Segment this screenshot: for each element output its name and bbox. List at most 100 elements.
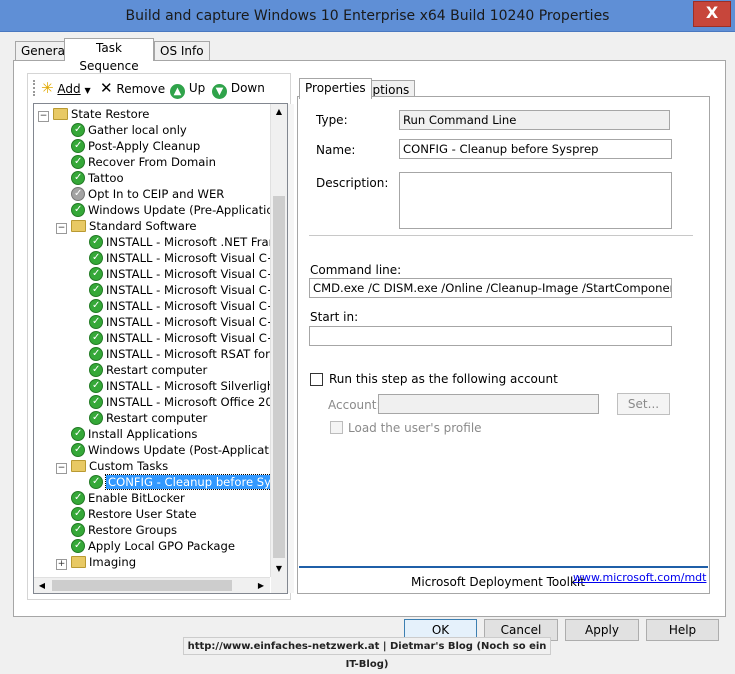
check-icon: ✓ — [89, 363, 103, 377]
tree-item-label: INSTALL - Microsoft RSAT for Wi — [106, 347, 288, 361]
scroll-up-icon[interactable]: ▲ — [271, 104, 287, 120]
check-icon: ✓ — [89, 235, 103, 249]
tab-os-info[interactable]: OS Info — [154, 41, 210, 61]
tree-item[interactable]: − Custom Tasks — [56, 458, 168, 474]
tree-item[interactable]: ✓ Windows Update (Post-Application Ins — [56, 442, 287, 458]
tree-item[interactable]: ✓ Post-Apply Cleanup — [56, 138, 200, 154]
tree-item-label: Gather local only — [88, 123, 187, 137]
tree-item[interactable]: ✓ INSTALL - Microsoft Visual C++ 20 — [74, 282, 287, 298]
window-title: Build and capture Windows 10 Enterprise … — [125, 8, 610, 24]
check-icon: ✓ — [71, 427, 85, 441]
add-button[interactable]: ✳ Add ▼ — [41, 78, 91, 98]
collapse-icon[interactable]: − — [56, 223, 67, 234]
add-label: Add — [57, 82, 81, 96]
tree-item[interactable]: ✓ Restore User State — [56, 506, 196, 522]
tree-item-label: State Restore — [71, 107, 150, 121]
start-in-input[interactable] — [309, 326, 672, 346]
check-icon: ✓ — [89, 395, 103, 409]
tree-item[interactable]: ✓ INSTALL - Microsoft Visual C++ 20 — [74, 266, 288, 282]
tree-item-label: INSTALL - Microsoft Visual C++ 20 — [106, 299, 288, 313]
account-input[interactable] — [378, 394, 599, 414]
up-button[interactable]: ▲ Up — [170, 78, 206, 99]
tree-item-label: Standard Software — [89, 219, 197, 233]
tree-item-label: Custom Tasks — [89, 459, 169, 473]
disabled-step-icon: ✓ — [71, 187, 85, 201]
scroll-down-icon[interactable]: ▼ — [271, 561, 287, 577]
collapse-icon[interactable]: − — [38, 111, 49, 122]
check-icon: ✓ — [89, 347, 103, 361]
close-button[interactable]: X — [693, 1, 731, 27]
tree-item-label: Windows Update (Pre-Application Inst — [88, 203, 288, 217]
down-button[interactable]: ▼ Down — [212, 78, 265, 99]
tree-item[interactable]: ✓ Tattoo — [56, 170, 124, 186]
run-as-label: Run this step as the following account — [329, 372, 558, 386]
tree-item[interactable]: ✓ Recover From Domain — [56, 154, 216, 170]
tree-item[interactable]: ✓ INSTALL - Microsoft Visual C++ 20 — [74, 330, 287, 346]
tree-item[interactable]: ✓ INSTALL - Microsoft Silverlight 5. — [74, 378, 287, 394]
tree-horizontal-scrollbar[interactable]: ◀ ▶ — [34, 577, 270, 593]
tree-item[interactable]: ✓ Restart computer — [74, 410, 207, 426]
hscroll-thumb[interactable] — [52, 580, 232, 591]
folder-icon — [71, 220, 86, 232]
toolbar-grip — [33, 80, 37, 96]
arrow-up-icon: ▲ — [170, 84, 185, 99]
tree-item[interactable]: − State Restore — [38, 106, 149, 122]
scroll-thumb[interactable] — [273, 196, 285, 558]
account-label: Account: — [328, 398, 381, 412]
tree-item-label: Install Applications — [88, 427, 198, 441]
up-label: Up — [188, 81, 206, 95]
set-button[interactable]: Set... — [617, 393, 670, 415]
tree-item[interactable]: ✓ Apply Local GPO Package — [56, 538, 235, 554]
tree-item[interactable]: ✓ Restart computer — [74, 362, 207, 378]
command-line-label: Command line: — [310, 263, 402, 277]
description-input[interactable] — [399, 172, 672, 229]
tree-item-label: INSTALL - Microsoft Office 2013 I — [106, 395, 288, 409]
tree-item[interactable]: ✓ Opt In to CEIP and WER — [56, 186, 224, 202]
name-input[interactable]: CONFIG - Cleanup before Sysprep — [399, 139, 672, 159]
check-icon: ✓ — [71, 139, 85, 153]
tree-item-label: Post-Apply Cleanup — [88, 139, 201, 153]
run-as-checkbox[interactable] — [310, 373, 323, 386]
tree-item-label: INSTALL - Microsoft Visual C++ 20 — [106, 267, 288, 281]
apply-button[interactable]: Apply — [565, 619, 639, 641]
tree-item[interactable]: ✓ INSTALL - Microsoft Office 2013 I — [74, 394, 288, 410]
collapse-icon[interactable]: − — [56, 463, 67, 474]
folder-icon — [71, 460, 86, 472]
tree-item[interactable]: + Imaging — [56, 554, 136, 570]
tree-item-label: Restart computer — [106, 411, 208, 425]
remove-button[interactable]: ✕ Remove — [100, 78, 165, 98]
description-label: Description: — [316, 176, 389, 190]
check-icon: ✓ — [71, 155, 85, 169]
tree-item[interactable]: ✓ Enable BitLocker — [56, 490, 185, 506]
command-line-input[interactable]: CMD.exe /C DISM.exe /Online /Cleanup-Ima… — [309, 278, 672, 298]
help-button[interactable]: Help — [646, 619, 719, 641]
tree-item-label: INSTALL - Microsoft Visual C++ 20 — [106, 315, 288, 329]
tree-item[interactable]: ✓ Windows Update (Pre-Application Inst — [56, 202, 288, 218]
task-tree[interactable]: − State Restore ✓ Gather local only ✓ Post-Ap… — [33, 103, 288, 594]
tree-item[interactable]: ✓ Restore Groups — [56, 522, 177, 538]
scroll-left-icon[interactable]: ◀ — [34, 578, 50, 594]
branding-bar — [299, 566, 708, 568]
expand-icon[interactable]: + — [56, 559, 67, 570]
tree-item-label: Imaging — [89, 555, 137, 569]
check-icon: ✓ — [71, 123, 85, 137]
tree-item-label: CONFIG - Cleanup before Sysprep — [104, 474, 287, 490]
tab-properties[interactable]: Properties — [299, 78, 372, 99]
mdt-link[interactable]: www.microsoft.com/mdt — [573, 571, 706, 584]
tree-item[interactable]: ✓ Install Applications — [56, 426, 197, 442]
tree-item[interactable]: ✓ INSTALL - Microsoft RSAT for Wi — [74, 346, 288, 362]
check-icon: ✓ — [71, 171, 85, 185]
tree-item[interactable]: ✓ Gather local only — [56, 122, 187, 138]
tree-item[interactable]: ✓ INSTALL - Microsoft .NET Framew — [74, 234, 287, 250]
tree-item[interactable]: ✓ CONFIG - Cleanup before Sysprep — [74, 474, 287, 490]
tree-item[interactable]: − Standard Software — [56, 218, 197, 234]
tab-task-sequence[interactable]: Task Sequence — [64, 38, 154, 73]
scroll-right-icon[interactable]: ▶ — [253, 578, 269, 594]
tree-item-label: INSTALL - Microsoft Visual C++ 20 — [106, 251, 288, 265]
load-profile-checkbox[interactable] — [330, 421, 343, 434]
splitter[interactable] — [288, 104, 294, 593]
tree-vertical-scrollbar[interactable]: ▲ ▼ — [270, 104, 287, 577]
tree-item[interactable]: ✓ INSTALL - Microsoft Visual C++ 20 — [74, 250, 288, 266]
tree-item[interactable]: ✓ INSTALL - Microsoft Visual C++ 20 — [74, 298, 288, 314]
tree-item[interactable]: ✓ INSTALL - Microsoft Visual C++ 20 — [74, 314, 288, 330]
